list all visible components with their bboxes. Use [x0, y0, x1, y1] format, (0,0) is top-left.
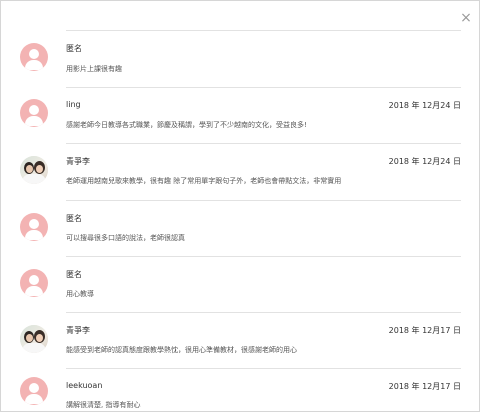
avatar-default-icon — [20, 269, 48, 297]
review-item: ling 2018 年 12月24 日 感謝老師今日教導各式職業，節慶及稱謂，學… — [1, 88, 479, 145]
review-date: 2018 年 12月17 日 — [388, 382, 461, 391]
review-item: 匿名 可以搜尋很多口語的說法，老師很認真 — [1, 201, 479, 258]
review-item: 青爭李 2018 年 12月17 日 能感受到老師的認真態度跟教學熱忱，很用心準… — [1, 313, 479, 370]
review-date: 2018 年 12月24 日 — [388, 101, 461, 110]
reviewer-name: 匿名 — [66, 270, 82, 279]
review-date: 2018 年 12月17 日 — [388, 326, 461, 335]
reviewer-name: 匿名 — [66, 214, 82, 223]
review-text: 能感受到老師的認真態度跟教學熱忱，很用心準備教材，很感謝老師的用心 — [66, 346, 297, 354]
avatar-default-icon — [20, 43, 48, 71]
review-item: 匿名 用影片上課很有趣 — [1, 31, 479, 88]
review-text: 可以搜尋很多口語的說法，老師很認真 — [66, 234, 185, 242]
avatar-photo — [20, 325, 48, 353]
avatar-default-icon — [20, 99, 48, 127]
reviews-modal: × 匿名 用影片上課很有趣 ling 2018 年 12月24 日 感謝老師今日… — [0, 0, 480, 412]
reviewer-name: 匿名 — [66, 44, 82, 53]
reviewer-name: 青爭李 — [66, 157, 90, 166]
review-text: 老師運用越南兒歌來教學，很有趣 除了常用單字跟句子外，老師也會帶點文法，非常實用 — [66, 177, 342, 185]
review-item: 匿名 用心教導 — [1, 257, 479, 314]
avatar-default-icon — [20, 377, 48, 405]
close-icon[interactable]: × — [458, 10, 474, 26]
review-date: 2018 年 12月24 日 — [388, 157, 461, 166]
avatar-photo — [20, 156, 48, 184]
review-text: 感謝老師今日教導各式職業，節慶及稱謂，學到了不少越南的文化，受益良多! — [66, 121, 307, 129]
review-item: 青爭李 2018 年 12月24 日 老師運用越南兒歌來教學，很有趣 除了常用單… — [1, 144, 479, 201]
avatar-default-icon — [20, 213, 48, 241]
review-text: 講解很清楚, 指導有耐心 — [66, 401, 141, 409]
review-text: 用心教導 — [66, 290, 94, 298]
reviewer-name: ling — [66, 100, 81, 109]
reviewer-name: 青爭李 — [66, 326, 90, 335]
reviewer-name: leekuoan — [66, 381, 103, 390]
review-item: leekuoan 2018 年 12月17 日 講解很清楚, 指導有耐心 — [1, 369, 479, 411]
review-text: 用影片上課很有趣 — [66, 65, 122, 73]
